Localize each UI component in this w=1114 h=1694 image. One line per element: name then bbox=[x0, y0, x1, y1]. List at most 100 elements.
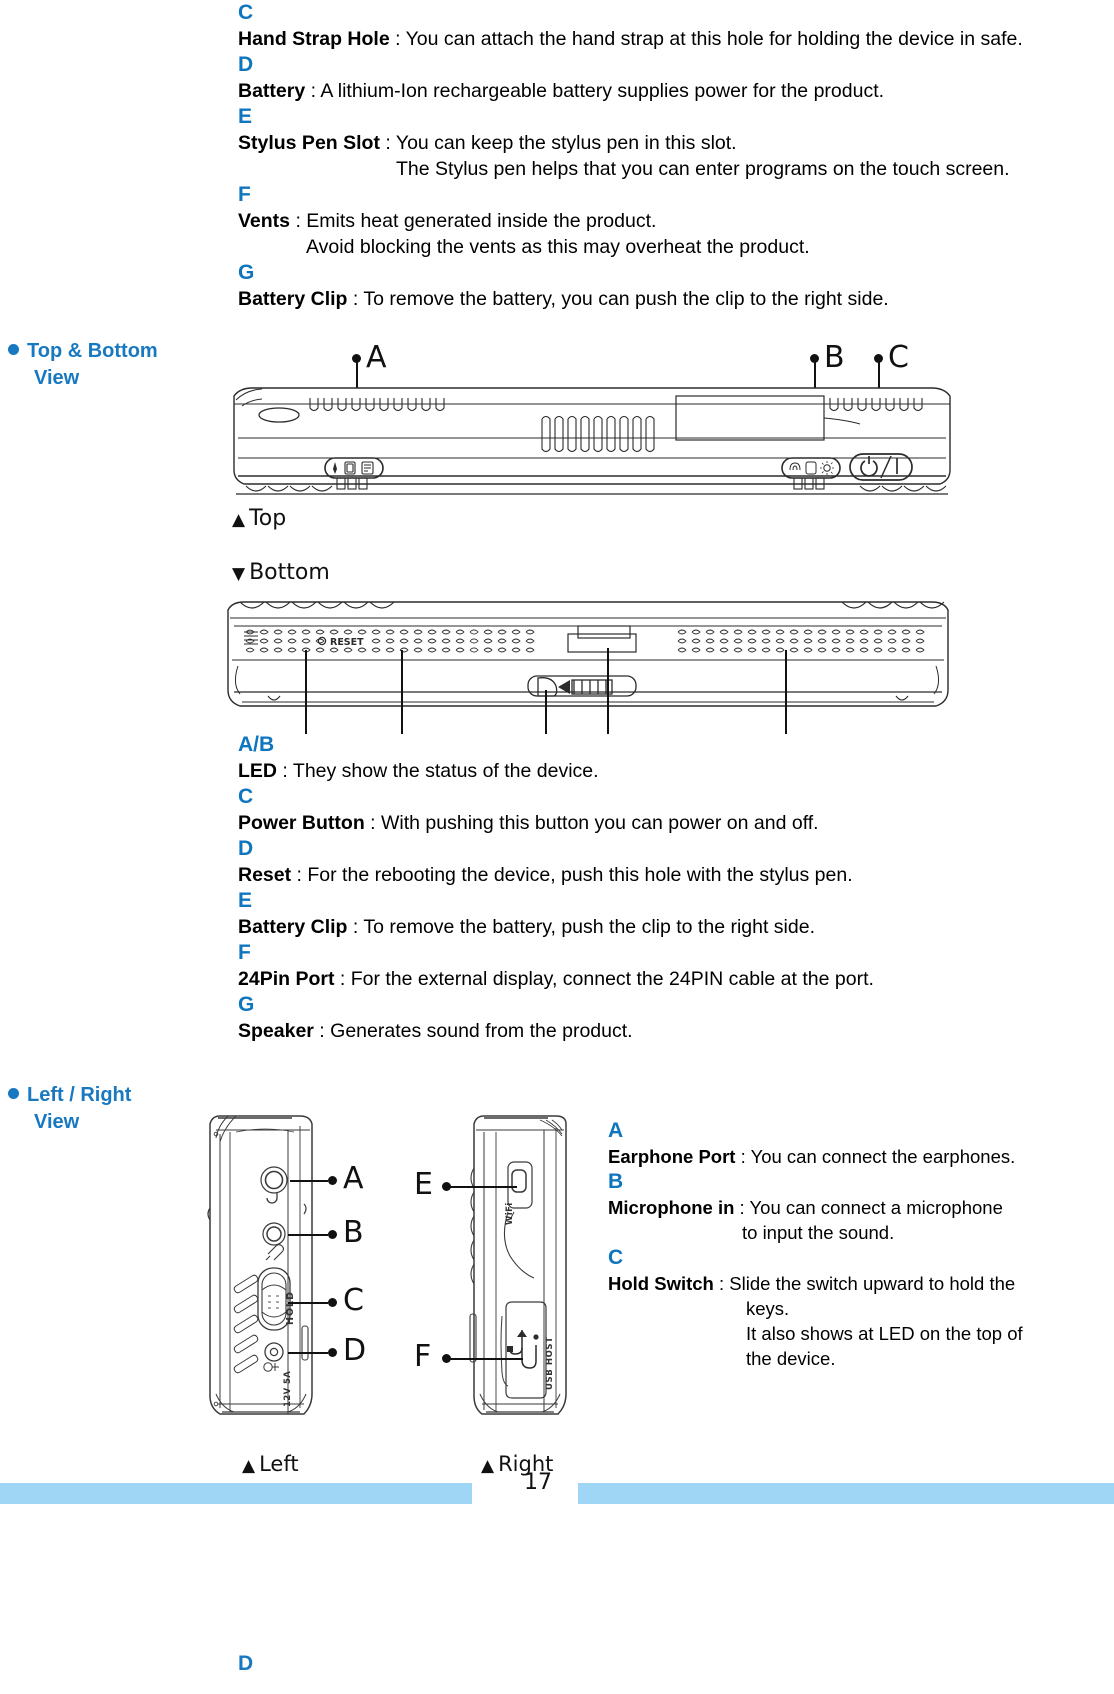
item-letter: F bbox=[238, 183, 251, 206]
callout-dot-left-c bbox=[328, 1298, 337, 1307]
leader-line-bottom-e bbox=[785, 650, 787, 734]
item-description: For the external display, connect the 24… bbox=[350, 968, 874, 990]
bullet-icon bbox=[8, 344, 19, 355]
list-item: C Hand Strap Hole : You can attach the h… bbox=[238, 0, 1098, 52]
item-description: You can connect a microphone bbox=[749, 1197, 1003, 1218]
item-separator: : bbox=[379, 132, 396, 154]
item-separator: : bbox=[735, 1146, 751, 1167]
item-description: A lithium-Ion rechargeable battery suppl… bbox=[320, 80, 885, 102]
item-text: Power Button : With pushing this button … bbox=[238, 810, 1098, 836]
item-extra-line: to input the sound. bbox=[742, 1222, 895, 1243]
caption-top-label: Top bbox=[249, 506, 287, 531]
callout-label-a: A bbox=[366, 340, 387, 375]
caption-bottom-view: ▼ Bottom bbox=[232, 560, 330, 585]
item-extra-line: The Stylus pen helps that you can enter … bbox=[396, 158, 1010, 180]
reset-label-text: RESET bbox=[330, 637, 364, 648]
item-letter: C bbox=[238, 785, 254, 808]
item-description: You can attach the hand strap at this ho… bbox=[405, 28, 1023, 50]
callout-dot-left-a bbox=[328, 1176, 337, 1185]
item-term: LED bbox=[238, 760, 277, 782]
item-text: Earphone Port : You can connect the earp… bbox=[608, 1144, 1108, 1169]
list-item: D Reset : For the rebooting the device, … bbox=[238, 836, 1098, 888]
item-term: Hand Strap Hole bbox=[238, 28, 390, 50]
item-term: Hold Switch bbox=[608, 1273, 714, 1294]
item-term: Vents bbox=[238, 210, 291, 232]
item-term: Earphone Port bbox=[608, 1146, 736, 1167]
callout-label-left-d: D bbox=[343, 1333, 367, 1368]
wifi-label: WiFi bbox=[505, 1202, 515, 1225]
item-separator: : bbox=[305, 80, 321, 102]
section-heading-line2: View bbox=[34, 367, 80, 389]
item-letter: E bbox=[238, 889, 253, 912]
bullet-icon bbox=[8, 1088, 19, 1099]
item-description: To remove the battery, push the clip to … bbox=[363, 916, 815, 938]
device-left-view-illustration bbox=[196, 1108, 322, 1430]
item-term: Reset bbox=[238, 864, 292, 886]
item-letter: G bbox=[238, 261, 255, 284]
callout-label-left-b: B bbox=[343, 1215, 364, 1250]
item-description: They show the status of the device. bbox=[292, 760, 599, 782]
item-description: Slide the switch upward to hold the bbox=[729, 1273, 1016, 1294]
item-description: To remove the battery, you can push the … bbox=[363, 288, 889, 310]
item-separator: : bbox=[734, 1197, 750, 1218]
item-description: You can connect the earphones. bbox=[750, 1146, 1016, 1167]
item-description: For the rebooting the device, push this … bbox=[307, 864, 853, 886]
item-letter: E bbox=[238, 105, 253, 128]
callout-label-b: B bbox=[824, 340, 845, 375]
caption-top-view: ▲ Top bbox=[232, 506, 286, 531]
list-item: F Vents : Emits heat generated inside th… bbox=[238, 182, 1098, 260]
item-letter: B bbox=[608, 1170, 624, 1193]
leader-line-left-a bbox=[290, 1180, 328, 1182]
leader-line-bottom-b bbox=[401, 650, 403, 734]
callout-label-left-a: A bbox=[343, 1161, 364, 1196]
hold-switch-label: HOLD bbox=[285, 1291, 296, 1325]
caption-left-view: ▲ Left bbox=[242, 1452, 299, 1476]
item-text: Reset : For the rebooting the device, pu… bbox=[238, 862, 1098, 888]
item-separator: : bbox=[291, 864, 308, 886]
callout-label-c: C bbox=[888, 340, 909, 375]
list-item: G Speaker : Generates sound from the pro… bbox=[238, 992, 1098, 1044]
next-section-letter: D bbox=[238, 1652, 254, 1675]
dc-in-rating-label: 12V 5A bbox=[283, 1370, 293, 1407]
item-text: 24Pin Port : For the external display, c… bbox=[238, 966, 1098, 992]
item-letter: F bbox=[238, 941, 251, 964]
leader-line-bottom-d bbox=[607, 648, 609, 734]
callout-label-left-c: C bbox=[343, 1283, 364, 1318]
item-term: 24Pin Port bbox=[238, 968, 335, 990]
item-separator: : bbox=[347, 288, 364, 310]
leader-line-right-f bbox=[447, 1358, 523, 1360]
item-text: LED : They show the status of the device… bbox=[238, 758, 1098, 784]
list-item: D Battery : A lithium-Ion rechargeable b… bbox=[238, 52, 1098, 104]
callout-label-right-f: F bbox=[414, 1339, 432, 1374]
section-heading-line2: View bbox=[34, 1111, 80, 1133]
item-letter: C bbox=[238, 1, 254, 24]
footer-bar-right bbox=[578, 1483, 1114, 1504]
front-view-description-list: C Hand Strap Hole : You can attach the h… bbox=[238, 0, 1098, 312]
triangle-down-icon: ▼ bbox=[232, 564, 246, 584]
manual-page: C Hand Strap Hole : You can attach the h… bbox=[0, 0, 1114, 1694]
item-letter: D bbox=[238, 837, 254, 860]
top-bottom-description-list: A/B LED : They show the status of the de… bbox=[238, 732, 1098, 1044]
callout-dot-left-b bbox=[328, 1230, 337, 1239]
list-item: G Battery Clip : To remove the battery, … bbox=[238, 260, 1098, 312]
item-text: Hand Strap Hole : You can attach the han… bbox=[238, 26, 1098, 52]
item-separator: : bbox=[290, 210, 307, 232]
item-extra-line: keys. bbox=[746, 1298, 790, 1319]
item-extra-line: It also shows at LED on the top of bbox=[746, 1323, 1023, 1344]
list-item: E Stylus Pen Slot : You can keep the sty… bbox=[238, 104, 1098, 182]
item-term: Battery Clip bbox=[238, 288, 348, 310]
callout-label-right-e: E bbox=[414, 1167, 433, 1202]
item-separator: : bbox=[313, 1020, 331, 1042]
item-text: Battery Clip : To remove the battery, pu… bbox=[238, 914, 1098, 940]
leader-line-bottom-a bbox=[305, 650, 307, 734]
item-term: Power Button bbox=[238, 812, 365, 834]
item-text: Hold Switch : Slide the switch upward to… bbox=[608, 1271, 1108, 1371]
item-text: Microphone in : You can connect a microp… bbox=[608, 1195, 1108, 1245]
list-item: C Power Button : With pushing this butto… bbox=[238, 784, 1098, 836]
list-item: F 24Pin Port : For the external display,… bbox=[238, 940, 1098, 992]
item-separator: : bbox=[277, 760, 293, 782]
section-heading-line1: Left / Right bbox=[27, 1084, 132, 1106]
item-separator: : bbox=[364, 812, 382, 834]
item-text: Battery Clip : To remove the battery, yo… bbox=[238, 286, 1098, 312]
callout-dot-left-d bbox=[328, 1348, 337, 1357]
